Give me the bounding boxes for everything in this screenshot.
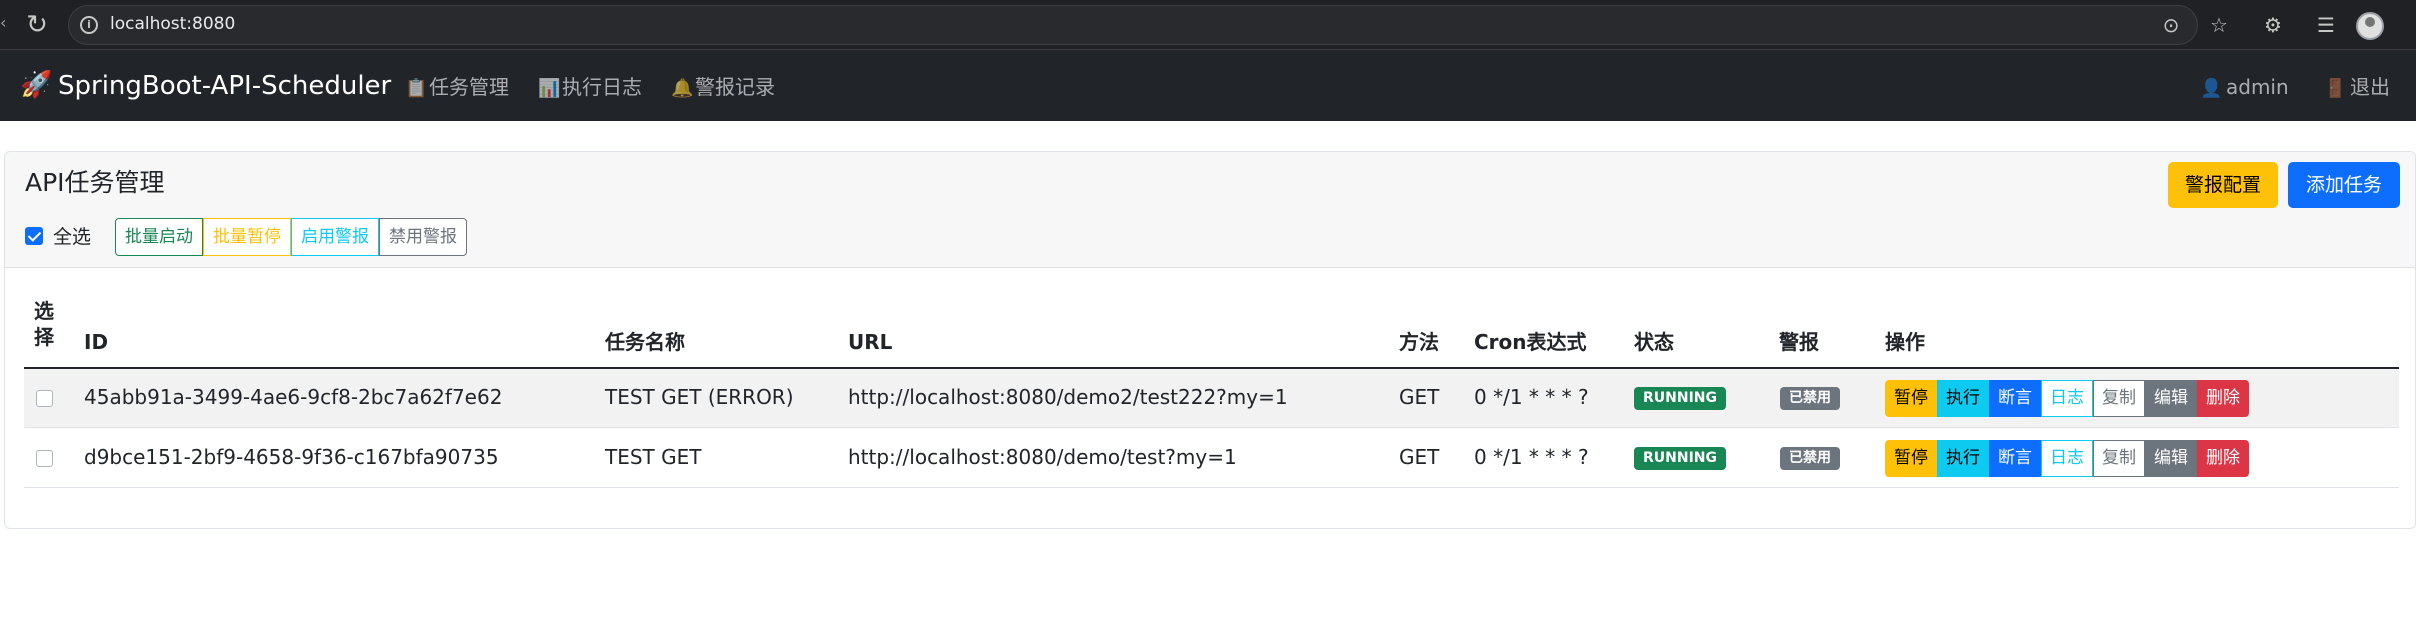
col-header-actions: 操作: [1885, 330, 1925, 354]
card-header: API任务管理 全选 批量启动 批量暂停 启用警报 禁用警报 警报配置 添加任务: [5, 152, 2415, 268]
nav-item-alert-records[interactable]: 🔔警报记录: [671, 74, 775, 100]
execute-button[interactable]: 执行: [1937, 440, 1989, 477]
add-task-button[interactable]: 添加任务: [2288, 162, 2400, 208]
site-info-icon[interactable]: i: [80, 16, 98, 34]
edit-button[interactable]: 编辑: [2145, 380, 2197, 417]
door-icon: 🚪: [2324, 78, 2347, 99]
task-name: TEST GET (ERROR): [605, 385, 794, 409]
batch-start-button[interactable]: 批量启动: [115, 218, 203, 256]
col-header-name: 任务名称: [605, 330, 685, 354]
alert-badge: 已禁用: [1780, 447, 1840, 470]
nav-item-execution-log[interactable]: 📊执行日志: [538, 74, 642, 100]
batch-pause-button[interactable]: 批量暂停: [203, 218, 291, 256]
col-header-alert: 警报: [1779, 330, 1819, 354]
address-bar[interactable]: [68, 5, 2198, 45]
col-header-select: 选择: [34, 299, 54, 349]
reading-list-icon[interactable]: ☰: [2313, 12, 2339, 38]
alert-badge: 已禁用: [1780, 387, 1840, 410]
col-header-cron: Cron表达式: [1474, 330, 1587, 354]
alert-config-button[interactable]: 警报配置: [2168, 162, 2278, 208]
nav-item-label: 执行日志: [562, 75, 642, 99]
row-select-checkbox[interactable]: [36, 450, 53, 467]
nav-item-label: 任务管理: [429, 75, 509, 99]
page-title: API任务管理: [25, 168, 165, 197]
rocket-icon: 🚀: [20, 70, 53, 100]
task-method: GET: [1399, 445, 1440, 469]
table-row: 45abb91a-3499-4ae6-9cf8-2bc7a62f7e62 TES…: [24, 369, 2399, 428]
col-header-status: 状态: [1634, 330, 1674, 354]
logout-label: 退出: [2350, 75, 2390, 99]
back-icon[interactable]: ‹: [0, 13, 20, 37]
delete-button[interactable]: 删除: [2197, 380, 2249, 417]
task-method: GET: [1399, 385, 1440, 409]
nav-item-task-management[interactable]: 📋任务管理: [405, 74, 509, 100]
task-name: TEST GET: [605, 445, 702, 469]
execute-button[interactable]: 执行: [1937, 380, 1989, 417]
chart-icon: 📊: [538, 78, 561, 99]
task-cron: 0 */1 * * * ?: [1474, 445, 1589, 469]
table-row: d9bce151-2bf9-4658-9f36-c167bfa90735 TES…: [24, 429, 2399, 488]
assert-button[interactable]: 断言: [1989, 380, 2041, 417]
more-icon[interactable]: ⊙: [2158, 12, 2184, 38]
col-header-url: URL: [848, 330, 893, 354]
task-id: 45abb91a-3499-4ae6-9cf8-2bc7a62f7e62: [84, 385, 503, 409]
extensions-icon[interactable]: ⚙: [2260, 12, 2286, 38]
task-url: http://localhost:8080/demo2/test222?my=1: [848, 385, 1288, 409]
status-badge: RUNNING: [1634, 447, 1726, 470]
logout-link[interactable]: 🚪 退出: [2324, 74, 2390, 102]
edit-button[interactable]: 编辑: [2145, 440, 2197, 477]
status-badge: RUNNING: [1634, 387, 1726, 410]
enable-alert-button[interactable]: 启用警报: [291, 218, 379, 256]
brand-title[interactable]: SpringBoot-API-Scheduler: [58, 70, 391, 102]
task-cron: 0 */1 * * * ?: [1474, 385, 1589, 409]
user-icon: 👤: [2200, 78, 2223, 99]
row-actions: 暂停 执行 断言 日志 复制 编辑 删除: [1885, 380, 2249, 417]
user-name: admin: [2226, 75, 2289, 99]
clipboard-icon: 📋: [405, 78, 428, 99]
copy-button[interactable]: 复制: [2093, 380, 2145, 417]
log-button[interactable]: 日志: [2041, 440, 2093, 477]
delete-button[interactable]: 删除: [2197, 440, 2249, 477]
checkbox-checked-icon[interactable]: [25, 227, 43, 245]
star-icon[interactable]: ☆: [2206, 12, 2232, 38]
user-menu[interactable]: 👤 admin: [2200, 74, 2289, 102]
nav-item-label: 警报记录: [695, 75, 775, 99]
select-all-label: 全选: [53, 226, 92, 248]
reload-icon[interactable]: ↻: [22, 10, 52, 40]
task-id: d9bce151-2bf9-4658-9f36-c167bfa90735: [84, 445, 499, 469]
log-button[interactable]: 日志: [2041, 380, 2093, 417]
assert-button[interactable]: 断言: [1989, 440, 2041, 477]
select-all-checkbox[interactable]: 全选: [25, 224, 91, 250]
pause-button[interactable]: 暂停: [1885, 440, 1937, 477]
browser-toolbar: ‹ ↻ i localhost:8080 ⊙ ☆ ⚙ ☰: [0, 0, 2416, 50]
batch-action-group: 批量启动 批量暂停 启用警报 禁用警报: [115, 218, 467, 256]
row-select-checkbox[interactable]: [36, 390, 53, 407]
row-actions: 暂停 执行 断言 日志 复制 编辑 删除: [1885, 440, 2249, 477]
disable-alert-button[interactable]: 禁用警报: [379, 218, 467, 256]
url-text[interactable]: localhost:8080: [110, 14, 235, 34]
bell-icon: 🔔: [671, 78, 694, 99]
profile-avatar[interactable]: [2356, 12, 2384, 40]
col-header-id: ID: [84, 330, 109, 354]
task-url: http://localhost:8080/demo/test?my=1: [848, 445, 1237, 469]
copy-button[interactable]: 复制: [2093, 440, 2145, 477]
col-header-method: 方法: [1399, 330, 1439, 354]
pause-button[interactable]: 暂停: [1885, 380, 1937, 417]
